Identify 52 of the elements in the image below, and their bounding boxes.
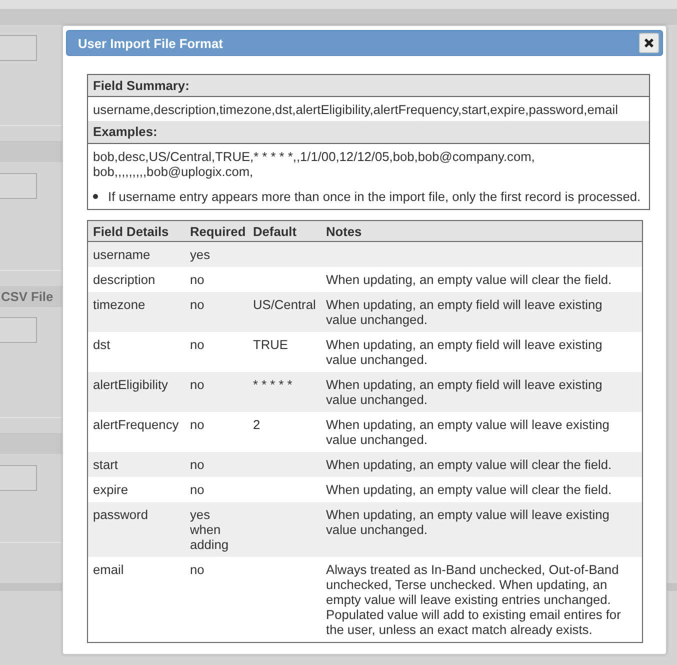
input-field[interactable] <box>0 317 37 343</box>
dialog-title: User Import File Format <box>78 36 223 50</box>
table-cell-text: expire <box>92 481 129 499</box>
table-cell-text: no <box>189 271 206 289</box>
table-cell-text: When updating, an empty value will leave existing value unchanged. <box>325 506 610 539</box>
table-cell-text: password <box>92 506 149 524</box>
column-header: Notes <box>325 223 363 241</box>
table-cell-text: Always treated as In-Band unchecked, Out-of-Band unchecked, Terse unchecked. When updating, an empty value will leave existing entries unchanged. Populated value will add to existing email entires for the user, unless an exact match already exists. <box>325 561 622 639</box>
table-cell-text: no <box>189 336 206 354</box>
section-header: Examples: <box>88 121 649 144</box>
table-cell-text: timezone <box>92 296 146 314</box>
input-field[interactable] <box>0 173 37 199</box>
bullet-icon <box>93 194 98 199</box>
table-cell-text: When updating, an empty field will leave existing value unchanged. <box>325 376 604 409</box>
table-cell-text: no <box>189 416 206 434</box>
table-cell-text: When updating, an empty field will leave existing value unchanged. <box>325 336 604 369</box>
table-cell-text: * * * * * <box>252 376 294 394</box>
column-header: Field Details <box>92 223 170 241</box>
table-cell-text: no <box>189 456 206 474</box>
table-cell-text: US/Central <box>252 296 317 314</box>
column-header: Required <box>189 223 247 241</box>
table-cell-text: alertFrequency <box>92 416 180 434</box>
table-cell-text: no <box>189 561 206 579</box>
table-cell-text: TRUE <box>252 336 289 354</box>
table-cell-text: email <box>92 561 125 579</box>
table-cell-text: no <box>189 376 206 394</box>
note-text: If username entry appears more than once in the import file, only the first record is processed. <box>108 189 641 204</box>
table-cell-text: When updating, an empty value will clear the field. <box>325 456 613 474</box>
table-cell-text: username <box>92 246 152 264</box>
table-cell-text: yes when adding <box>189 506 230 554</box>
table-cell-text: start <box>92 456 119 474</box>
close-button[interactable] <box>639 33 659 53</box>
table-cell-text: When updating, an empty value will clear the field. <box>325 271 613 289</box>
field-summary-text: username,description,timezone,dst,alertEligibility,alertFrequency,start,expire,password,email <box>93 102 618 117</box>
table-cell-text: dst <box>92 336 112 354</box>
input-field[interactable] <box>0 465 37 491</box>
example-line: bob,desc,US/Central,TRUE,* * * * *,,1/1/00,12/12/05,bob,bob@company.com, <box>93 149 536 164</box>
table-cell-text: When updating, an empty value will clear the field. <box>325 481 613 499</box>
close-icon <box>644 38 654 48</box>
table-cell-text: 2 <box>252 416 262 434</box>
input-field[interactable] <box>0 35 37 61</box>
example-line: bob,,,,,,,,,bob@uplogix.com, <box>93 164 254 179</box>
table-cell-text: When updating, an empty field will leave existing value unchanged. <box>325 296 604 329</box>
section-header: Field Summary: <box>88 75 649 97</box>
section-title: CSV File <box>0 289 54 304</box>
table-cell-text: When updating, an empty value will leave existing value unchanged. <box>325 416 610 449</box>
table-cell-text: no <box>189 481 206 499</box>
table-cell-text: description <box>92 271 156 289</box>
table-cell-text: no <box>189 296 206 314</box>
table-cell-text: alertEligibility <box>92 376 169 394</box>
column-header: Default <box>252 223 298 241</box>
table-cell-text: yes <box>189 246 211 264</box>
